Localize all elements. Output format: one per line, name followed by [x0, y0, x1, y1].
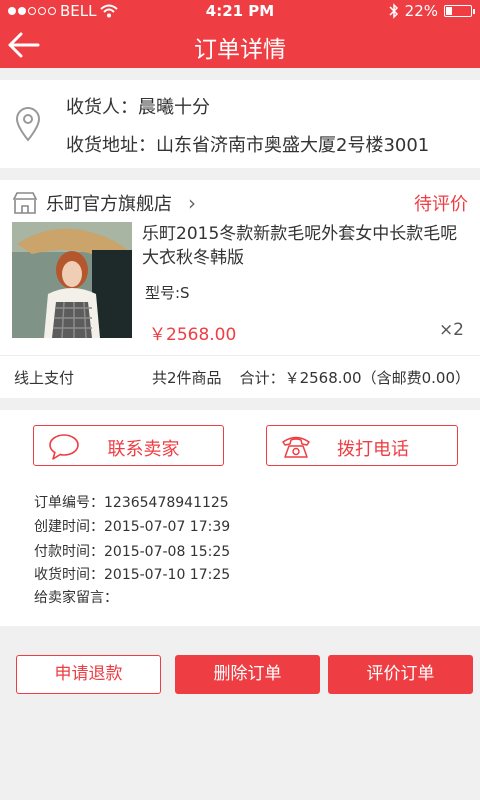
contact-seller-button[interactable]: 联系卖家 [33, 425, 224, 466]
product-price: ￥2568.00 [149, 325, 237, 345]
payment-method: 线上支付 [14, 369, 75, 387]
product-name[interactable]: 乐町2015冬款新款毛呢外套女中长款毛呢大衣秋冬韩版 [142, 222, 474, 270]
nav-bar: 订单详情 [0, 22, 480, 68]
divider [0, 355, 480, 356]
recipient-line: 收货人：晨曦十分 [66, 93, 210, 119]
address-line: 收货地址：山东省济南市奥盛大厦2号楼3001 [66, 131, 429, 157]
contact-seller-label: 联系卖家 [107, 439, 180, 460]
address-value: 山东省济南市奥盛大厦2号楼3001 [156, 135, 430, 156]
item-count: 共2件商品 [152, 369, 222, 387]
call-phone-button[interactable]: 拨打电话 [266, 425, 458, 466]
call-phone-label: 拨打电话 [337, 439, 409, 460]
address-card: 收货人：晨曦十分 收货地址：山东省济南市奥盛大厦2号楼3001 [0, 80, 480, 168]
order-number: 订单编号：12365478941125 [34, 495, 229, 511]
shop-link[interactable]: 乐町官方旗舰店 › [12, 190, 196, 216]
order-status: 待评价 [414, 194, 468, 215]
received-time: 收货时间：2015-07-10 17:25 [34, 567, 231, 583]
chevron-right-icon: › [188, 191, 196, 215]
product-model: 型号:S [145, 284, 190, 302]
order-info-card: 联系卖家 拨打电话 订单编号：12365478941125 创建时间：2015-… [0, 410, 480, 626]
created-time: 创建时间：2015-07-07 17:39 [34, 519, 231, 535]
product-image[interactable] [12, 222, 132, 338]
review-order-button[interactable]: 评价订单 [328, 655, 473, 694]
product-quantity: ×2 [438, 320, 464, 340]
location-pin-icon [15, 107, 41, 142]
status-right: 22% [389, 2, 475, 20]
shop-name: 乐町官方旗舰店 [46, 194, 172, 215]
bluetooth-icon [389, 3, 398, 19]
order-card: 乐町官方旗舰店 › 待评价 乐町2015冬款新款毛呢外套女中长款毛呢大衣秋冬韩版… [0, 180, 480, 398]
paid-time: 付款时间：2015-07-08 15:25 [34, 544, 231, 560]
store-icon [12, 192, 38, 214]
request-refund-button[interactable]: 申请退款 [16, 655, 161, 694]
recipient-label: 收货人： [66, 97, 138, 118]
order-summary: 共2件商品 合计：￥2568.00（含邮费0.00） [152, 367, 470, 388]
address-label: 收货地址： [66, 135, 156, 156]
battery-icon [444, 5, 475, 17]
order-total: 合计：￥2568.00（含邮费0.00） [239, 369, 470, 387]
battery-percent: 22% [404, 2, 438, 20]
page-title: 订单详情 [194, 37, 286, 63]
action-bar: 申请退款 删除订单 评价订单 [0, 626, 480, 800]
status-bar: BELL 4:21 PM 22% [0, 0, 480, 22]
recipient-name: 晨曦十分 [138, 97, 210, 118]
seller-message: 给卖家留言： [34, 590, 118, 606]
delete-order-button[interactable]: 删除订单 [175, 655, 320, 694]
